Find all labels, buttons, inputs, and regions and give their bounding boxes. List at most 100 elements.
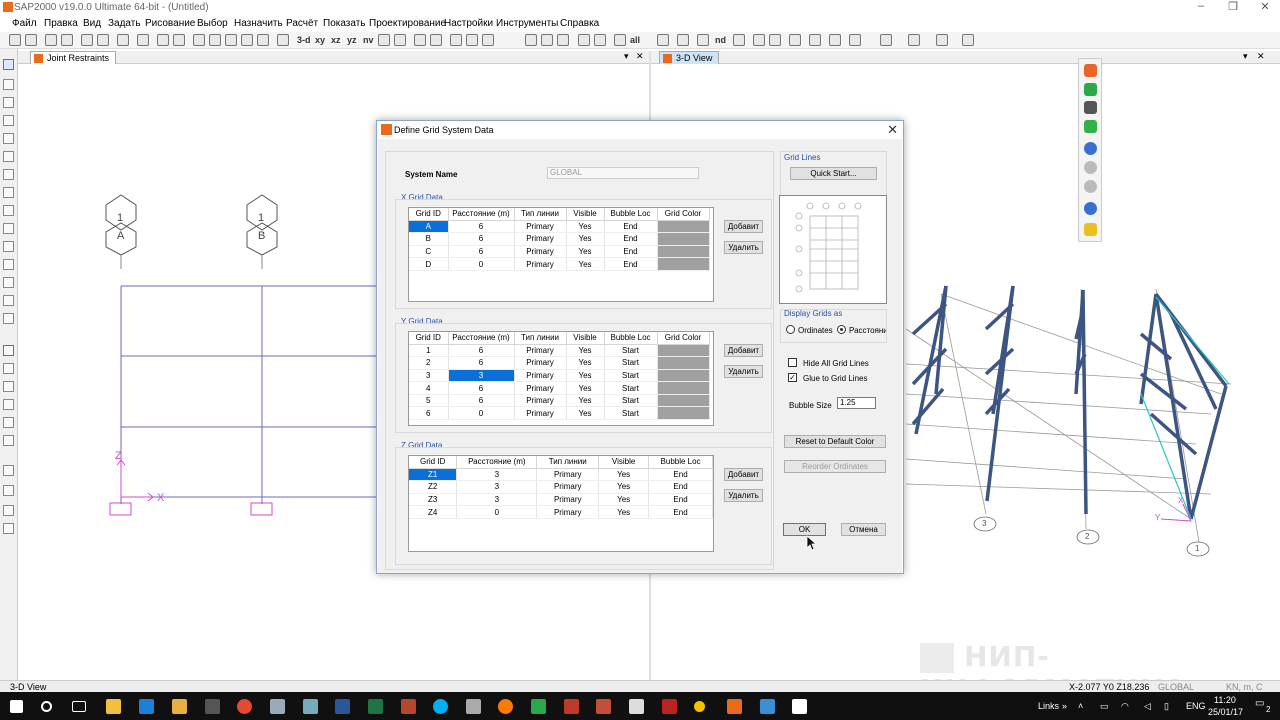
sap2000-taskbar-icon[interactable] bbox=[727, 699, 742, 714]
draw-secondary-icon[interactable] bbox=[3, 169, 14, 180]
menu-tools[interactable]: Инструменты bbox=[496, 18, 558, 29]
pane-close-icon[interactable]: ✕ bbox=[1257, 51, 1265, 62]
grid-color-cell[interactable] bbox=[657, 257, 710, 271]
draw-frame-tool-icon[interactable] bbox=[3, 133, 14, 144]
view-nv-button[interactable]: nv bbox=[363, 35, 374, 45]
pane-menu-icon[interactable]: ▾ bbox=[1243, 51, 1248, 62]
table-cell[interactable]: A bbox=[409, 220, 449, 234]
previous-selection-icon[interactable] bbox=[614, 34, 626, 46]
table-cell[interactable]: 0 bbox=[448, 257, 515, 271]
table-cell[interactable]: Primary bbox=[536, 468, 600, 482]
table-cell[interactable]: Z3 bbox=[409, 493, 458, 507]
glue-checkbox[interactable]: ✓ bbox=[788, 373, 797, 382]
draw-dim-icon[interactable] bbox=[3, 277, 14, 288]
table-cell[interactable]: Yes bbox=[598, 480, 650, 494]
move-up-icon[interactable] bbox=[414, 34, 426, 46]
table-row[interactable]: A 6 Primary Yes End bbox=[409, 220, 710, 234]
pan-icon[interactable] bbox=[277, 34, 289, 46]
draw-tendon-tool-icon[interactable] bbox=[3, 313, 14, 324]
draw-cable-icon[interactable] bbox=[677, 34, 689, 46]
app3-taskbar-icon[interactable] bbox=[531, 699, 546, 714]
x-add-button[interactable]: Добавит bbox=[724, 220, 763, 233]
flag-icon[interactable]: ▯ bbox=[1164, 701, 1169, 712]
draw-joint-icon[interactable] bbox=[3, 97, 14, 108]
draw-tendon-icon[interactable] bbox=[697, 34, 709, 46]
zoom-in-icon[interactable] bbox=[225, 34, 237, 46]
app7-taskbar-icon[interactable] bbox=[662, 699, 677, 714]
grid-color-cell[interactable] bbox=[657, 381, 710, 395]
table-cell[interactable]: Yes bbox=[566, 245, 605, 259]
draw-solid-tool-icon[interactable] bbox=[3, 241, 14, 252]
table-cell[interactable]: 6 bbox=[448, 381, 515, 395]
cancel-button[interactable]: Отмена bbox=[841, 523, 886, 536]
table-cell[interactable]: Primary bbox=[514, 344, 567, 358]
table-row[interactable]: 6 0 Primary Yes Start bbox=[409, 406, 710, 421]
notifications-icon[interactable]: ▭ bbox=[1255, 698, 1264, 709]
snap-icon[interactable] bbox=[849, 34, 861, 46]
table-cell[interactable]: End bbox=[604, 257, 658, 271]
table-cell[interactable]: Yes bbox=[566, 369, 605, 383]
table-cell[interactable]: Yes bbox=[566, 232, 605, 246]
bubble-size-field[interactable]: 1.25 bbox=[837, 397, 876, 409]
set-display-icon[interactable] bbox=[466, 34, 478, 46]
table-cell[interactable]: 6 bbox=[448, 394, 515, 408]
table-row[interactable]: 2 6 Primary Yes Start bbox=[409, 356, 710, 370]
y-add-button[interactable]: Добавит bbox=[724, 344, 763, 357]
menu-draw[interactable]: Рисование bbox=[145, 18, 195, 29]
app4-taskbar-icon[interactable] bbox=[564, 699, 579, 714]
table-cell[interactable]: Yes bbox=[566, 344, 605, 358]
table-cell[interactable]: 6 bbox=[448, 344, 515, 358]
word-taskbar-icon[interactable] bbox=[335, 699, 350, 714]
y-delete-button[interactable]: Удалить bbox=[724, 365, 763, 378]
grid-color-cell[interactable] bbox=[657, 220, 710, 234]
table-cell[interactable]: Primary bbox=[514, 245, 567, 259]
z-grid-table[interactable]: Grid ID Расстояние (m) Тип линии Visible… bbox=[408, 455, 714, 552]
table-cell[interactable]: End bbox=[648, 493, 713, 507]
camera-icon[interactable] bbox=[1084, 101, 1097, 114]
table-cell[interactable]: Yes bbox=[566, 406, 605, 421]
tab-3d-view[interactable]: 3-D View bbox=[659, 51, 720, 64]
nd-button[interactable]: nd bbox=[715, 35, 726, 45]
refresh-icon[interactable] bbox=[117, 34, 129, 46]
save-icon[interactable] bbox=[45, 34, 57, 46]
table-cell[interactable]: Primary bbox=[514, 369, 567, 383]
select-last-icon[interactable] bbox=[3, 505, 14, 516]
grid-color-cell[interactable] bbox=[657, 394, 710, 408]
wifi-icon[interactable]: ◠ bbox=[1121, 701, 1129, 712]
app6-taskbar-icon[interactable] bbox=[629, 699, 644, 714]
links-toolbar[interactable]: Links bbox=[1038, 701, 1059, 711]
quick-start-button[interactable]: Quick Start... bbox=[790, 167, 877, 180]
menu-select[interactable]: Выбор bbox=[197, 18, 228, 29]
table-cell[interactable]: Start bbox=[604, 406, 658, 421]
table-cell[interactable]: End bbox=[648, 480, 713, 494]
table-cell[interactable]: Z4 bbox=[409, 505, 458, 519]
stop-icon[interactable] bbox=[1084, 161, 1097, 174]
table-cell[interactable]: Yes bbox=[598, 505, 650, 519]
select-intersect-icon[interactable] bbox=[578, 34, 590, 46]
table-cell[interactable]: 6 bbox=[448, 356, 515, 370]
minimize-icon[interactable]: – bbox=[1186, 0, 1216, 12]
table-cell[interactable]: 5 bbox=[409, 394, 449, 408]
network-icon[interactable]: ▭ bbox=[1100, 701, 1109, 712]
task-view-icon[interactable] bbox=[72, 701, 86, 712]
dialog-close-icon[interactable]: ✕ bbox=[887, 122, 898, 138]
pen-icon[interactable] bbox=[1084, 202, 1097, 215]
table-cell[interactable]: 6 bbox=[448, 232, 515, 246]
draw-rect-area-icon[interactable] bbox=[769, 34, 781, 46]
dialog-title-bar[interactable]: Define Grid System Data ✕ bbox=[377, 121, 903, 139]
menu-help[interactable]: Справка bbox=[560, 18, 599, 29]
menu-analyze[interactable]: Расчёт bbox=[286, 18, 318, 29]
select-pointer-icon[interactable] bbox=[525, 34, 537, 46]
table-cell[interactable]: 2 bbox=[409, 356, 449, 370]
snap-perp-icon[interactable] bbox=[3, 399, 14, 410]
lock-icon[interactable] bbox=[137, 34, 149, 46]
table-cell[interactable]: 3 bbox=[456, 468, 538, 482]
close-icon[interactable]: ✕ bbox=[1250, 0, 1280, 13]
pane-menu-icon[interactable]: ▾ bbox=[624, 51, 629, 62]
quick-draw-icon[interactable] bbox=[829, 34, 841, 46]
text-cursor-icon[interactable] bbox=[880, 34, 892, 46]
table-cell[interactable]: 6 bbox=[409, 406, 449, 421]
tray-chevron-icon[interactable]: » bbox=[1062, 701, 1067, 711]
table-cell[interactable]: 0 bbox=[448, 406, 515, 421]
table-cell[interactable]: 3 bbox=[456, 480, 538, 494]
